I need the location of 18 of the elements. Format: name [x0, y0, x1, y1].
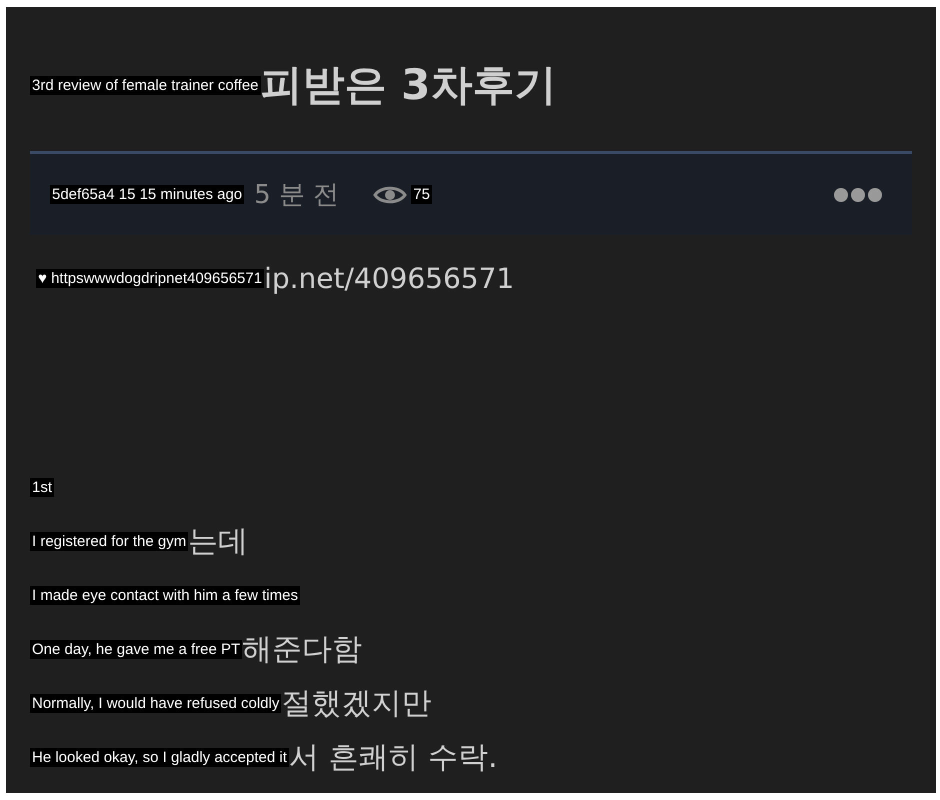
translation-caption: I registered for the gym	[30, 532, 188, 550]
translation-caption: I made eye contact with him a few times	[30, 586, 300, 604]
translation-caption: 5def65a4 15 15 minutes ago	[50, 185, 244, 204]
more-icon[interactable]	[834, 188, 882, 202]
view-count: 75	[411, 185, 432, 204]
translation-caption: ♥ httpswwwdogdripnet409656571	[36, 268, 264, 288]
translation-caption: 3rd review of female trainer coffee	[30, 76, 261, 94]
translation-caption: One day, he gave me a free PT	[30, 640, 242, 658]
post-text: 는데	[188, 522, 248, 560]
translation-caption: Normally, I would have refused coldly	[30, 694, 282, 712]
post-text: 해준다함	[242, 630, 362, 668]
post-text: 절했겠지만	[281, 684, 432, 722]
translation-caption: 1st	[30, 478, 54, 496]
translation-caption: He looked okay, so I gladly accepted it	[30, 748, 289, 766]
post-time: 5 분 전	[254, 179, 340, 212]
post-text: 서 흔쾌히 수락.	[288, 738, 498, 776]
post-title: 피받은 3차후기	[260, 59, 556, 111]
post-link[interactable]: ip.net/409656571	[264, 262, 514, 294]
